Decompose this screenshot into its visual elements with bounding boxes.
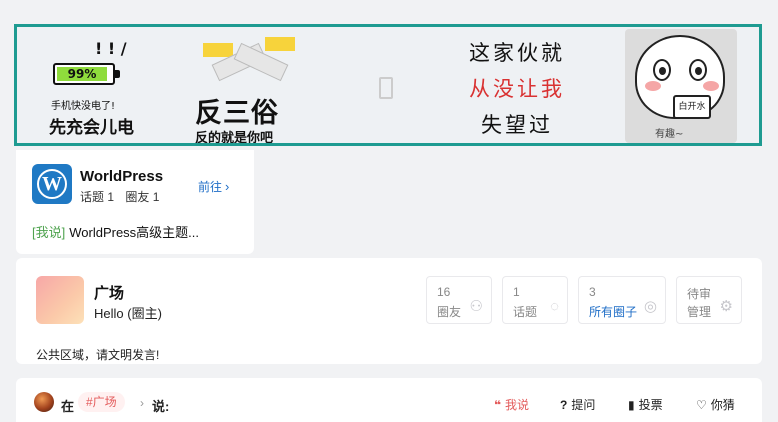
gear-icon: ⚙ [719,298,733,315]
in-label: 在 [61,399,75,414]
stat-label: 话题 [513,305,538,319]
topic-pill[interactable]: #广场 [78,392,125,412]
eye-icon [689,59,707,81]
anti-meme: 反三俗 反的就是你吧 [189,33,299,143]
bar-chart-icon: ▮ [628,398,635,412]
stat-friends[interactable]: 16 圈友 ⚇ [426,276,492,324]
vote-button-label: 投票 [638,398,663,412]
ask-button-label: 提问 [571,398,596,412]
goto-label: 前往 [198,180,223,194]
blush [645,81,661,91]
stat-topics[interactable]: 1 话题 ◌ [502,276,568,324]
chat-icon: ◌ [550,298,559,315]
banner-image: ! ! / 99% 手机快没电了! 先充会儿电 反三俗 反的就是你吧 这家伙就 … [17,27,759,143]
anti-subtitle: 反的就是你吧 [195,131,274,146]
stat-value: 待审 [687,287,712,301]
ad-banner[interactable]: ! ! / 99% 手机快没电了! 先充会儿电 反三俗 反的就是你吧 这家伙就 … [14,24,762,146]
face-meme: 白开水 有趣~ [625,29,737,143]
square-avatar [36,276,84,324]
square-card: 广场 Hello (圈主) 16 圈友 ⚇ 1 话题 ◌ 3 所有圈子 ◎ 待审… [16,258,762,364]
users-icon: ⚇ [469,298,483,315]
wordpress-logo-icon: W [32,164,72,204]
say-label: 说: [152,399,170,414]
square-owner: Hello (圈主) [94,306,162,321]
blush [703,81,719,91]
circle-name[interactable]: WorldPress [80,168,163,185]
stat-label: 管理 [687,305,712,319]
avatar[interactable] [34,392,54,412]
circle-card[interactable]: W WorldPress 话题 1 圈友 1 前往 › [我说] WorldPres… [16,150,254,254]
said-tag: [我说] [32,225,66,240]
battery-low-text: 手机快没电了! [51,101,116,112]
cup-label: 白开水 [673,95,711,119]
vote-button[interactable]: ▮ 投票 [628,396,663,413]
stat-manage[interactable]: 待审 管理 ⚙ [676,276,742,324]
chevron-right-icon: › [225,179,230,194]
stat-value: 1 [513,285,520,299]
said-text: WorldPress高级主题... [69,225,200,240]
tags-graphic [195,33,295,89]
face-head: 白开水 [635,35,725,119]
circle-stats: 话题 1 圈友 1 [80,188,167,205]
guess-button-label: 你猜 [710,398,735,412]
stat-value: 16 [437,285,451,299]
say-button-label: 我说 [505,398,530,412]
poem-line: 这家伙就 [469,41,565,65]
say-button[interactable]: ❝ 我说 [494,396,529,413]
ask-button[interactable]: ? 提问 [560,396,595,413]
anti-title: 反三俗 [195,98,279,129]
circle-friends: 圈友 1 [125,190,160,204]
spark-icon: ! ! / [95,39,127,58]
poem-line: 从没让我 [469,77,565,101]
eye-icon [653,59,671,81]
post-composer-bar: 在 #广场 › 说: ❝ 我说 ? 提问 ▮ 投票 ♡ 你猜 [16,378,762,422]
stat-label: 所有圈子 [589,305,638,319]
battery-big-text: 先充会儿电 [49,118,134,138]
latest-post[interactable]: [我说] WorldPress高级主题... [32,222,199,241]
square-description: 公共区域，请文明发言! [36,348,160,362]
circle-topics: 话题 1 [80,190,115,204]
poem-text: 这家伙就 从没让我 失望过 [457,35,577,143]
battery-percent: 99% [57,67,107,81]
poem-line: 失望过 [481,113,553,137]
circles-icon: ◎ [643,298,657,315]
question-icon: ? [560,398,568,412]
placeholder-glyph-icon [379,77,393,99]
guess-button[interactable]: ♡ 你猜 [696,396,735,413]
stat-label: 圈友 [437,305,462,319]
square-title: 广场 [94,285,125,302]
quote-icon: ❝ [494,398,502,412]
face-note: 有趣~ [655,129,684,140]
battery-meme: ! ! / 99% 手机快没电了! 先充会儿电 [49,35,161,138]
battery-icon: 99% [53,63,120,85]
chevron-right-icon: › [140,396,144,410]
stat-value: 3 [589,285,596,299]
goto-link[interactable]: 前往 › [198,178,229,195]
heart-icon: ♡ [696,398,707,412]
stat-all-circles[interactable]: 3 所有圈子 ◎ [578,276,666,324]
